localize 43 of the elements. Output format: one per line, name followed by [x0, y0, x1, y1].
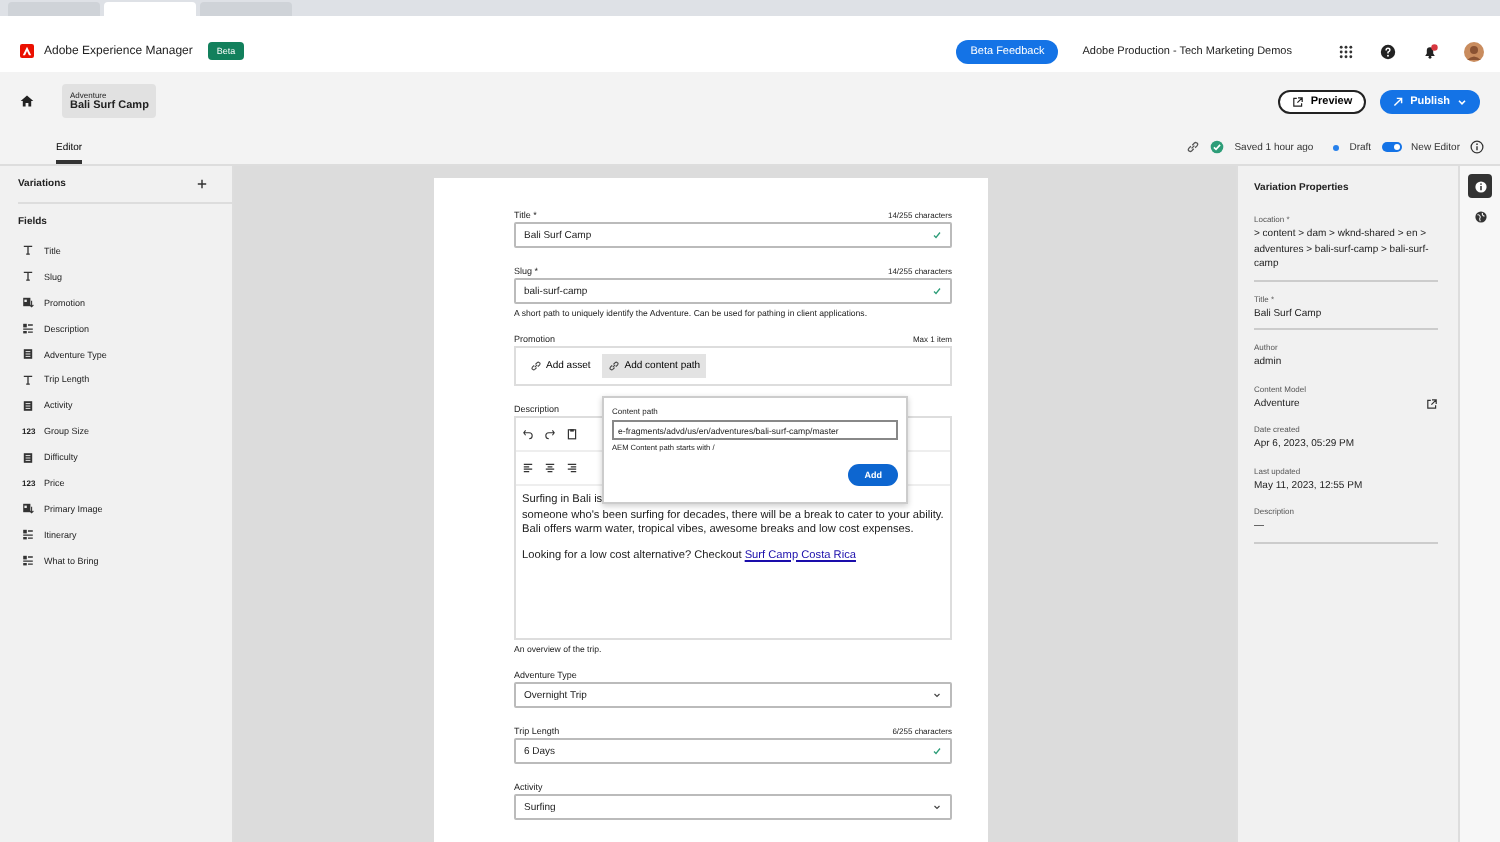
- globe-icon: [1473, 209, 1487, 223]
- link-icon[interactable]: [1186, 140, 1201, 154]
- bell-icon[interactable]: [1422, 43, 1438, 59]
- rich-text-field-icon: [22, 322, 34, 335]
- chevron-down-icon: [932, 690, 942, 700]
- link-icon: [530, 360, 542, 372]
- chevron-down-icon: [932, 802, 942, 812]
- align-left-icon[interactable]: [522, 462, 534, 474]
- info-tab[interactable]: [1468, 174, 1492, 198]
- rich-text-field-icon: [22, 554, 34, 567]
- new-editor-toggle[interactable]: [1381, 142, 1402, 152]
- help-icon[interactable]: [1380, 43, 1396, 59]
- home-icon[interactable]: [20, 94, 34, 108]
- arrow-icon: [1392, 95, 1405, 107]
- link-icon: [608, 360, 621, 372]
- align-center-icon[interactable]: [544, 462, 556, 474]
- status-dot: [1331, 143, 1340, 151]
- text-field-icon: [22, 244, 34, 257]
- clipboard-icon[interactable]: [566, 428, 578, 440]
- avatar-icon[interactable]: [1464, 41, 1484, 61]
- redo-icon[interactable]: [544, 428, 556, 440]
- rich-text-field-icon: [22, 528, 34, 541]
- list-field-icon: [22, 399, 34, 412]
- valid-check-icon: [932, 286, 942, 296]
- valid-check-icon: [932, 230, 942, 240]
- reference-field-icon: [22, 296, 34, 309]
- reference-field-icon: [22, 502, 34, 515]
- list-field-icon: [22, 451, 34, 464]
- apps-grid-icon[interactable]: [1338, 43, 1354, 59]
- check-icon: [1210, 140, 1225, 154]
- text-field-icon: [22, 270, 34, 283]
- info-icon[interactable]: [1470, 140, 1484, 154]
- open-external-icon[interactable]: [1426, 397, 1438, 409]
- align-right-icon[interactable]: [566, 462, 578, 474]
- list-field-icon: [22, 348, 34, 360]
- caret-icon: [1456, 95, 1468, 107]
- text-field-icon: [22, 373, 34, 386]
- valid-check-icon: [932, 746, 942, 756]
- undo-icon[interactable]: [522, 428, 534, 440]
- info-icon: [1473, 179, 1487, 193]
- open-external-icon: [1292, 95, 1305, 107]
- add-icon[interactable]: [196, 178, 208, 190]
- logo-icon: [20, 44, 34, 58]
